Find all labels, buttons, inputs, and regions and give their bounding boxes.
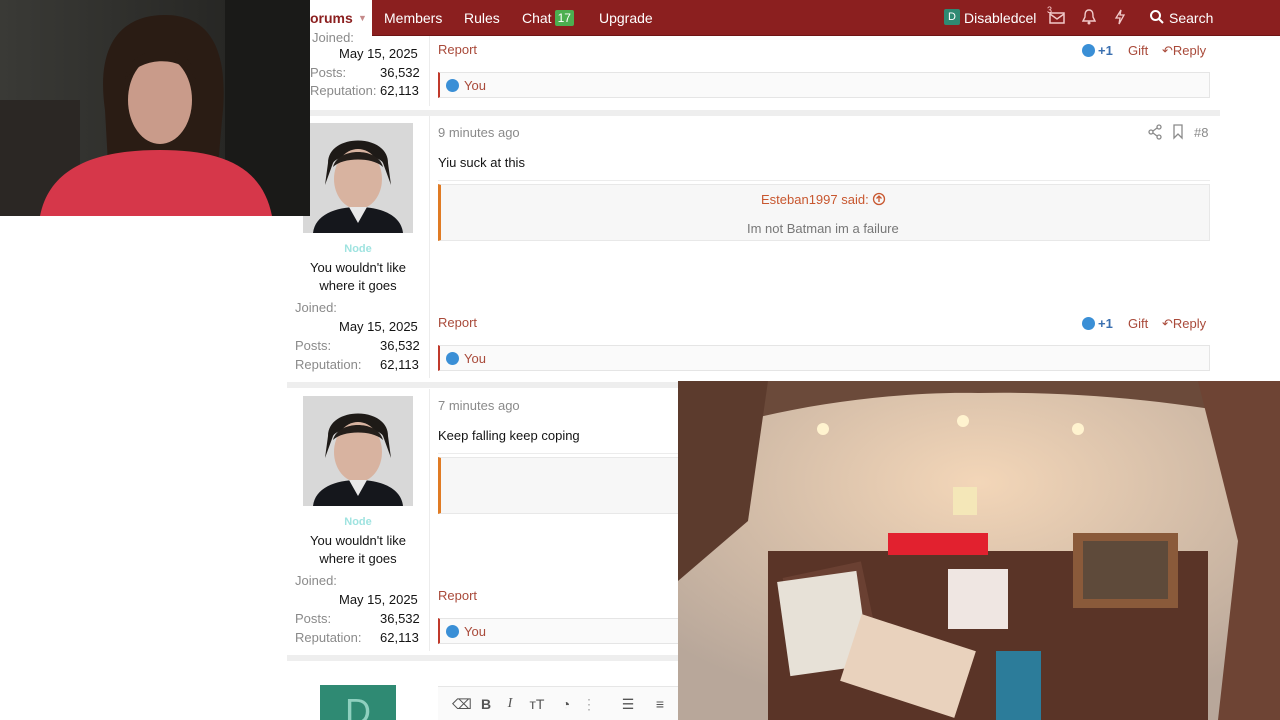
more-options-icon[interactable]: ⋮ (581, 695, 597, 713)
joined-label: Joined: (295, 573, 337, 588)
user-role-badge: Node (344, 243, 372, 255)
quote-author-label: Esteban1997 said: (761, 192, 869, 207)
user-title: You wouldn't like where it goes (310, 533, 406, 566)
reputation-label: Reputation: (310, 83, 377, 98)
joined-date: May 15, 2025 (339, 592, 418, 607)
user-title: You wouldn't like where it goes (310, 260, 406, 293)
joined-label: Joined: (295, 300, 337, 315)
reply-arrow-icon: ↶ (1162, 316, 1173, 331)
reactions-label: You (464, 78, 486, 93)
posts-count: 36,532 (380, 65, 420, 80)
reputation-label: Reputation: (295, 357, 362, 372)
column-divider (429, 36, 430, 106)
posts-count: 36,532 (380, 338, 420, 353)
reputation-value: 62,113 (380, 83, 419, 98)
divider (438, 180, 1210, 181)
gift-link[interactable]: Gift (1128, 43, 1148, 58)
editor-toolbar: ⌫ B I тT ◔ ⋮ ☰ ≡ (438, 686, 678, 720)
plus-one-button[interactable]: +1 (1082, 316, 1113, 331)
bookmark-icon[interactable] (1172, 124, 1184, 140)
joined-date: May 15, 2025 (339, 46, 418, 61)
reactions-bar[interactable]: You (438, 345, 1210, 371)
text-size-icon[interactable]: тT (524, 695, 550, 713)
post-body: Yiu suck at this (438, 155, 525, 170)
like-icon (1082, 317, 1095, 330)
reputation-value: 62,113 (380, 357, 419, 372)
reactions-label: You (464, 351, 486, 366)
reply-link[interactable]: ↶Reply (1162, 43, 1206, 59)
eraser-icon[interactable]: ⌫ (452, 695, 472, 713)
list-icon[interactable]: ☰ (616, 695, 640, 713)
plus-one-label: +1 (1098, 316, 1113, 331)
plus-one-label: +1 (1098, 43, 1113, 58)
poster-avatar[interactable] (303, 123, 413, 233)
reply-arrow-icon: ↶ (1162, 43, 1173, 58)
nav-rules[interactable]: Rules (464, 0, 500, 36)
column-divider (429, 389, 430, 651)
nav-upgrade[interactable]: Upgrade (599, 0, 653, 36)
report-link[interactable]: Report (438, 315, 477, 330)
jump-up-icon (873, 192, 886, 206)
user-menu-link[interactable]: Disabledcel (964, 0, 1036, 36)
column-divider (429, 116, 430, 378)
share-icon[interactable] (1148, 124, 1162, 140)
post-number[interactable]: #8 (1194, 125, 1208, 140)
posts-label: Posts: (310, 65, 347, 80)
plus-one-button[interactable]: +1 (1082, 43, 1113, 58)
reply-label: Reply (1172, 43, 1207, 58)
palette-icon[interactable]: ◔ (558, 695, 574, 713)
gift-link[interactable]: Gift (1128, 316, 1148, 331)
editor-avatar[interactable]: D (320, 685, 396, 720)
report-link[interactable]: Report (438, 42, 477, 57)
chevron-down-icon[interactable]: ▼ (358, 0, 367, 36)
align-icon[interactable]: ≡ (648, 695, 672, 713)
nav-chat[interactable]: Chat 17 (522, 0, 574, 36)
quote-author-link[interactable]: Esteban1997 said: (761, 192, 886, 207)
posts-label: Posts: (295, 611, 332, 626)
search-icon[interactable] (1148, 9, 1166, 27)
search-link[interactable]: Search (1169, 0, 1213, 36)
joined-label: Joined: (312, 30, 354, 42)
reputation-label: Reputation: (295, 630, 362, 645)
nav-forums-label: orums (310, 10, 353, 26)
reputation-value: 62,113 (380, 630, 419, 645)
posts-label: Posts: (295, 338, 332, 353)
post-body: Keep falling keep coping (438, 428, 580, 443)
game-overlay (678, 381, 1280, 720)
inbox-count-badge: 3 (1047, 5, 1053, 15)
reply-link[interactable]: ↶Reply (1162, 316, 1206, 332)
user-role-badge: Node (344, 516, 372, 528)
posts-count: 36,532 (380, 611, 420, 626)
like-icon (446, 352, 459, 365)
reactions-bar[interactable]: You (438, 72, 1210, 98)
nav-chat-label: Chat (522, 10, 552, 26)
bolt-icon[interactable] (1111, 9, 1129, 27)
report-link[interactable]: Report (438, 588, 477, 603)
joined-date: May 15, 2025 (339, 319, 418, 334)
user-avatar[interactable]: D (944, 9, 960, 25)
nav-members[interactable]: Members (384, 0, 442, 36)
chat-count-badge: 17 (554, 10, 574, 26)
reply-label: Reply (1172, 316, 1207, 331)
like-icon (446, 625, 459, 638)
webcam-overlay (0, 0, 310, 216)
quote-text: Im not Batman im a failure (747, 221, 899, 236)
post-timestamp[interactable]: 9 minutes ago (438, 125, 520, 140)
post-separator (287, 110, 1220, 116)
reactions-label: You (464, 624, 486, 639)
like-icon (446, 79, 459, 92)
quote-block: Esteban1997 said: Im not Batman im a fai… (438, 184, 1210, 241)
bold-icon[interactable]: B (478, 695, 494, 713)
like-icon (1082, 44, 1095, 57)
poster-avatar[interactable] (303, 396, 413, 506)
bell-icon[interactable] (1080, 9, 1098, 27)
post-timestamp[interactable]: 7 minutes ago (438, 398, 520, 413)
italic-icon[interactable]: I (502, 695, 518, 713)
